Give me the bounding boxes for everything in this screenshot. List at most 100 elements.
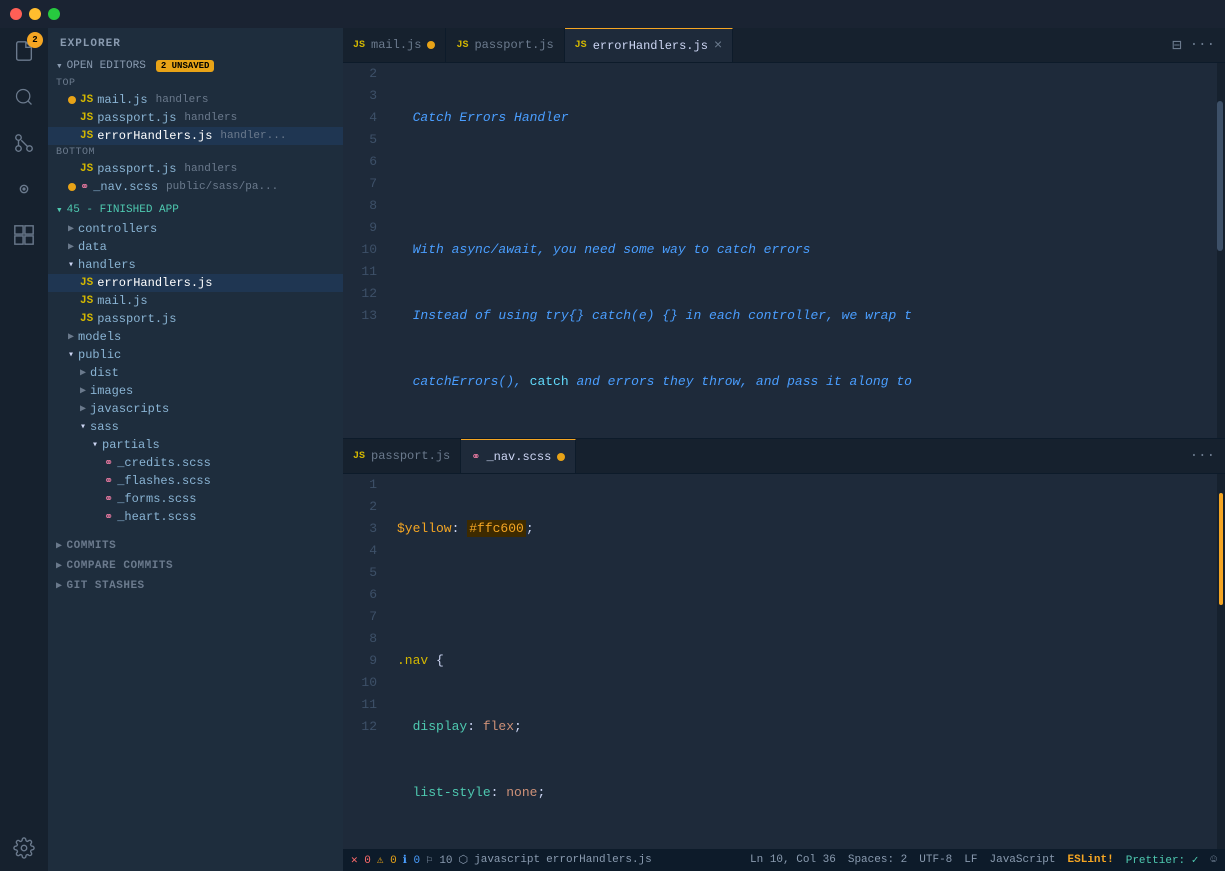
tab-label: _nav.scss (486, 450, 551, 464)
folder-name: controllers (78, 222, 157, 236)
activity-files-icon[interactable]: 2 (9, 36, 39, 66)
scss-icon: ⚭ (104, 492, 113, 506)
tab-actions-bottom: ··· (1180, 448, 1225, 464)
activity-settings-icon[interactable] (9, 833, 39, 863)
js-icon: JS (80, 313, 93, 325)
js-icon: JS (80, 112, 93, 124)
tab-mail[interactable]: JS mail.js (343, 28, 446, 62)
js-icon: JS (80, 163, 93, 175)
open-editors-arrow: ▾ (56, 59, 63, 73)
open-editors-header[interactable]: ▾ OPEN EDITORS 2 UNSAVED (48, 56, 343, 76)
tab-nav-scss[interactable]: ⚭ _nav.scss (461, 439, 576, 473)
tab-label: passport.js (371, 449, 450, 463)
tab-label: passport.js (474, 38, 553, 52)
bottom-scrollbar[interactable] (1217, 474, 1225, 849)
more-actions-icon[interactable]: ··· (1190, 448, 1215, 464)
more-actions-icon[interactable]: ··· (1190, 37, 1215, 53)
top-scrollbar[interactable] (1217, 63, 1225, 438)
file-heart[interactable]: ⚭ _heart.scss (48, 508, 343, 526)
js-icon: JS (80, 94, 93, 106)
modified-dot (557, 453, 565, 461)
folder-images[interactable]: ▶ images (48, 382, 343, 400)
file-format: javascript (474, 854, 540, 866)
bottom-code-editor[interactable]: 1 2 3 4 5 6 7 8 9 10 11 12 $yellow (343, 474, 1225, 849)
scrollbar-thumb (1217, 101, 1223, 251)
js-icon: JS (353, 40, 365, 51)
folder-partials[interactable]: ▾ partials (48, 436, 343, 454)
folder-name: models (78, 330, 121, 344)
folder-arrow: ▶ (80, 367, 86, 379)
file-errorhandlers[interactable]: JS errorHandlers.js (48, 274, 343, 292)
code-line-css-3: .nav { (397, 650, 1217, 672)
folder-handlers[interactable]: ▾ handlers (48, 256, 343, 274)
file-item-mail-top[interactable]: JS mail.js handlers (48, 91, 343, 109)
file-item-passport-bottom[interactable]: JS passport.js handlers (48, 160, 343, 178)
scrollbar-thumb-bottom (1219, 493, 1223, 606)
file-subtext: public/sass/pa... (166, 181, 278, 193)
file-credits[interactable]: ⚭ _credits.scss (48, 454, 343, 472)
code-line-css-2 (397, 584, 1217, 606)
file-name-status: errorHandlers.js (546, 854, 652, 866)
tab-passport-bottom[interactable]: JS passport.js (343, 439, 461, 473)
folder-controllers[interactable]: ▶ controllers (48, 220, 343, 238)
activity-search-icon[interactable] (9, 82, 39, 112)
folder-arrow: ▾ (80, 421, 86, 433)
js-icon: JS (80, 277, 93, 289)
maximize-button[interactable] (48, 8, 60, 20)
activity-git-icon[interactable] (9, 128, 39, 158)
split-editor-icon[interactable]: ⊟ (1172, 35, 1182, 55)
file-name: mail.js (97, 294, 147, 308)
sidebar-compare-commits[interactable]: ▶ COMPARE COMMITS (48, 556, 343, 576)
eslint-status[interactable]: ESLint! (1068, 854, 1114, 866)
unsaved-badge: 2 UNSAVED (156, 60, 215, 72)
file-item-passport-top[interactable]: JS passport.js handlers (48, 109, 343, 127)
file-flashes[interactable]: ⚭ _flashes.scss (48, 472, 343, 490)
activity-debug-icon[interactable] (9, 174, 39, 204)
file-forms[interactable]: ⚭ _forms.scss (48, 490, 343, 508)
js-icon: JS (353, 451, 365, 462)
titlebar (0, 0, 1225, 28)
folder-models[interactable]: ▶ models (48, 328, 343, 346)
line-numbers-bottom: 1 2 3 4 5 6 7 8 9 10 11 12 (343, 474, 387, 849)
project-label: 45 - FINISHED APP (67, 204, 179, 216)
top-code-editor[interactable]: 2 3 4 5 6 7 8 9 10 11 12 13 Catc (343, 63, 1225, 438)
file-name: _forms.scss (117, 492, 196, 506)
stashes-arrow: ▶ (56, 580, 63, 592)
modified-dot (68, 183, 76, 191)
bottom-pane: JS passport.js ⚭ _nav.scss ··· 1 (343, 439, 1225, 849)
open-editors-label: OPEN EDITORS (67, 60, 146, 72)
project-arrow: ▾ (56, 203, 63, 217)
folder-javascripts[interactable]: ▶ javascripts (48, 400, 343, 418)
js-icon: JS (80, 295, 93, 307)
line-ending: LF (964, 854, 977, 866)
line-numbers-top: 2 3 4 5 6 7 8 9 10 11 12 13 (343, 63, 387, 438)
close-tab-icon[interactable]: × (714, 38, 722, 54)
prettier-status[interactable]: Prettier: ✓ (1126, 853, 1199, 867)
top-label: TOP (48, 76, 343, 91)
folder-dist[interactable]: ▶ dist (48, 364, 343, 382)
close-button[interactable] (10, 8, 22, 20)
project-header[interactable]: ▾ 45 - FINISHED APP (48, 200, 343, 220)
folder-data[interactable]: ▶ data (48, 238, 343, 256)
tab-errorhandlers[interactable]: JS errorHandlers.js × (565, 28, 734, 62)
file-mail[interactable]: JS mail.js (48, 292, 343, 310)
file-type-icon: ⬡ (459, 853, 469, 867)
info-count: ℹ 0 (403, 853, 420, 867)
activity-extensions-icon[interactable] (9, 220, 39, 250)
sidebar-commits[interactable]: ▶ COMMITS (48, 536, 343, 556)
folder-sass[interactable]: ▾ sass (48, 418, 343, 436)
file-passport[interactable]: JS passport.js (48, 310, 343, 328)
folder-public[interactable]: ▾ public (48, 346, 343, 364)
file-subtext: handler... (220, 130, 286, 142)
encoding: UTF-8 (919, 854, 952, 866)
file-name: errorHandlers.js (97, 129, 212, 143)
folder-name: handlers (78, 258, 136, 272)
editor-split: JS mail.js JS passport.js JS errorHandle… (343, 28, 1225, 849)
tab-passport[interactable]: JS passport.js (446, 28, 564, 62)
minimize-button[interactable] (29, 8, 41, 20)
file-item-errorhandlers-top[interactable]: JS errorHandlers.js handler... (48, 127, 343, 145)
code-line-4: With async/await, you need some way to c… (397, 239, 1217, 261)
file-item-nav-bottom[interactable]: ⚭ _nav.scss public/sass/pa... (48, 178, 343, 196)
activity-bar: 2 (0, 28, 48, 871)
sidebar-git-stashes[interactable]: ▶ GIT STASHES (48, 576, 343, 596)
